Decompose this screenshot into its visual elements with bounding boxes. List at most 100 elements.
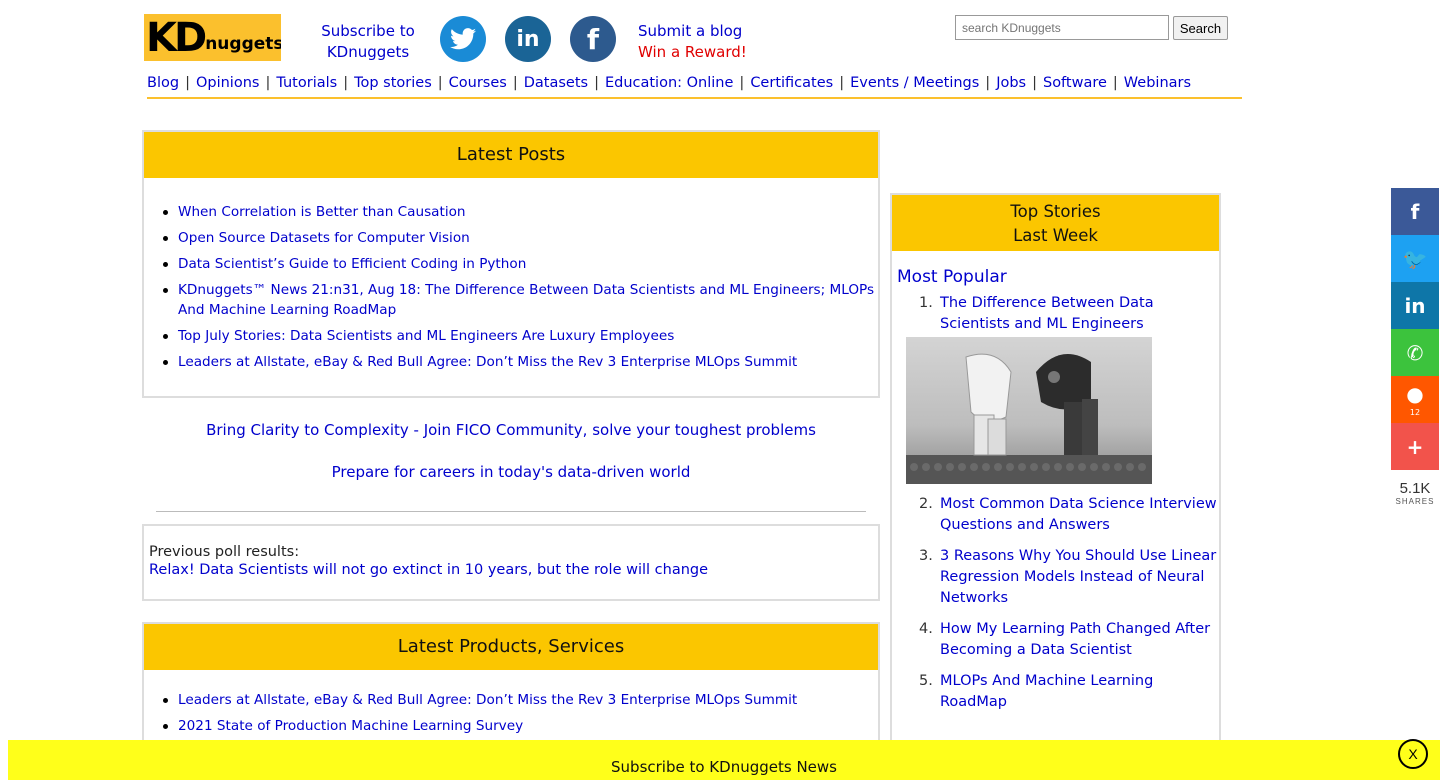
nav-item-courses[interactable]: Courses bbox=[449, 75, 507, 91]
nav-separator: | bbox=[185, 75, 190, 91]
top-story-number: 2. bbox=[919, 496, 933, 512]
top-story-number: 3. bbox=[919, 548, 933, 564]
main-nav: Blog | Opinions | Tutorials | Top stories | Cour… bbox=[147, 75, 1242, 99]
nav-item-top-stories[interactable]: Top stories bbox=[354, 75, 432, 91]
divider bbox=[156, 511, 866, 512]
nav-item-jobs[interactable]: Jobs bbox=[996, 75, 1026, 91]
nav-separator: | bbox=[265, 75, 271, 91]
nav-separator: | bbox=[739, 75, 745, 91]
list-item: Leaders at Allstate, eBay & Red Bull Agr… bbox=[162, 352, 878, 372]
product-link[interactable]: 2021 State of Production Machine Learnin… bbox=[178, 718, 523, 734]
win-reward-text[interactable]: Win a Reward! bbox=[638, 42, 747, 63]
nav-item-software[interactable]: Software bbox=[1043, 75, 1107, 91]
search-input[interactable] bbox=[955, 15, 1169, 40]
post-link[interactable]: When Correlation is Better than Causatio… bbox=[178, 204, 466, 220]
twitter-icon: 🐦 bbox=[1402, 246, 1428, 271]
poll-label: Previous poll results: bbox=[149, 544, 300, 560]
nav-separator: | bbox=[594, 75, 599, 91]
list-item: Open Source Datasets for Computer Vision bbox=[162, 228, 878, 248]
top-stories-list: 1. The Difference Between Data Scientists… bbox=[892, 293, 1219, 713]
list-item: Top July Stories: Data Scientists and ML… bbox=[162, 326, 878, 346]
twitter-icon[interactable] bbox=[440, 16, 486, 62]
post-link[interactable]: Top July Stories: Data Scientists and ML… bbox=[178, 328, 674, 344]
latest-products-title: Latest Products, Services bbox=[144, 624, 878, 670]
nav-separator: | bbox=[512, 75, 518, 91]
close-icon[interactable]: X bbox=[1398, 739, 1428, 769]
list-item: KDnuggets™ News 21:n31, Aug 18: The Diff… bbox=[162, 280, 878, 320]
top-story-link[interactable]: How My Learning Path Changed After Becom… bbox=[940, 621, 1210, 658]
nav-separator: | bbox=[1112, 75, 1118, 91]
nav-item-certificates[interactable]: Certificates bbox=[750, 75, 833, 91]
top-story-item: 5. MLOPs And Machine Learning RoadMap bbox=[892, 671, 1219, 713]
post-link[interactable]: KDnuggets™ News 21:n31, Aug 18: The Diff… bbox=[178, 282, 874, 318]
nav-item-webinars[interactable]: Webinars bbox=[1124, 75, 1191, 91]
top-story-number: 1. bbox=[919, 295, 933, 311]
share-facebook-icon[interactable]: f bbox=[1391, 188, 1439, 235]
subscribe-news-bar[interactable]: Subscribe to KDnuggets News bbox=[8, 740, 1440, 780]
reddit-icon: ● bbox=[1406, 382, 1424, 406]
poll-result-link[interactable]: Relax! Data Scientists will not go extin… bbox=[149, 562, 878, 578]
product-link[interactable]: Leaders at Allstate, eBay & Red Bull Agr… bbox=[178, 692, 797, 708]
list-item: When Correlation is Better than Causatio… bbox=[162, 202, 878, 222]
nav-item-tutorials[interactable]: Tutorials bbox=[276, 75, 337, 91]
post-link[interactable]: Open Source Datasets for Computer Vision bbox=[178, 230, 470, 246]
nav-separator: | bbox=[343, 75, 349, 91]
top-story-number: 5. bbox=[919, 673, 933, 689]
poll-panel: Previous poll results: Relax! Data Scien… bbox=[142, 524, 880, 601]
logo-nuggets: nuggets bbox=[205, 33, 281, 54]
careers-promo-link[interactable]: Prepare for careers in today's data-driv… bbox=[142, 463, 880, 481]
top-story-item: 1. The Difference Between Data Scientists… bbox=[892, 293, 1219, 484]
nav-separator: | bbox=[985, 75, 991, 91]
top-story-link[interactable]: MLOPs And Machine Learning RoadMap bbox=[940, 673, 1153, 710]
submit-blog-text[interactable]: Submit a blog bbox=[638, 22, 742, 40]
nav-item-datasets[interactable]: Datasets bbox=[524, 75, 588, 91]
plus-icon: + bbox=[1406, 434, 1424, 459]
logo-kd: KD bbox=[146, 14, 207, 61]
fico-promo-link[interactable]: Bring Clarity to Complexity - Join FICO … bbox=[142, 421, 880, 439]
linkedin-icon: in bbox=[1404, 293, 1426, 318]
nav-item-education-online[interactable]: Education: Online bbox=[605, 75, 733, 91]
top-story-link[interactable]: Most Common Data Science Interview Quest… bbox=[940, 496, 1217, 533]
whatsapp-icon: ✆ bbox=[1406, 340, 1424, 365]
facebook-icon[interactable]: f bbox=[570, 16, 616, 62]
share-twitter-icon[interactable]: 🐦 bbox=[1391, 235, 1439, 282]
share-count-number: 5.1K bbox=[1399, 480, 1431, 497]
linkedin-icon[interactable]: in bbox=[505, 16, 551, 62]
nav-item-events-meetings[interactable]: Events / Meetings bbox=[850, 75, 979, 91]
nav-item-blog[interactable]: Blog bbox=[147, 75, 179, 91]
submit-blog-link[interactable]: Submit a blog Win a Reward! bbox=[638, 21, 747, 63]
top-story-link[interactable]: 3 Reasons Why You Should Use Linear Regr… bbox=[940, 548, 1216, 606]
top-story-item: 4. How My Learning Path Changed After Bec… bbox=[892, 619, 1219, 661]
latest-posts-panel: Latest Posts When Correlation is Better … bbox=[142, 130, 880, 398]
list-item: 2021 State of Production Machine Learnin… bbox=[162, 716, 878, 736]
top-story-item: 3. 3 Reasons Why You Should Use Linear Re… bbox=[892, 546, 1219, 609]
share-reddit-icon[interactable]: ● 12 bbox=[1391, 376, 1439, 423]
share-linkedin-icon[interactable]: in bbox=[1391, 282, 1439, 329]
list-item: Leaders at Allstate, eBay & Red Bull Agr… bbox=[162, 690, 878, 710]
subscribe-link[interactable]: Subscribe to KDnuggets bbox=[318, 21, 418, 63]
top-stories-title: Top Stories Last Week bbox=[892, 195, 1219, 251]
top-story-link[interactable]: The Difference Between Data Scientists a… bbox=[940, 295, 1154, 332]
linkedin-glyph: in bbox=[516, 26, 540, 52]
post-link[interactable]: Data Scientist’s Guide to Efficient Codi… bbox=[178, 256, 526, 272]
top-story-item: 2. Most Common Data Science Interview Que… bbox=[892, 494, 1219, 536]
facebook-icon: f bbox=[1410, 199, 1420, 224]
share-count-label: SHARES bbox=[1395, 497, 1435, 506]
top-stories-title-line2: Last Week bbox=[1013, 226, 1098, 245]
list-item: Data Scientist’s Guide to Efficient Codi… bbox=[162, 254, 878, 274]
latest-products-list: Leaders at Allstate, eBay & Red Bull Agr… bbox=[144, 670, 878, 736]
kdnuggets-logo[interactable]: KD nuggets ™ bbox=[144, 14, 281, 61]
share-plus-icon[interactable]: + bbox=[1391, 423, 1439, 470]
share-sidebar: f 🐦 in ✆ ● 12 + bbox=[1391, 188, 1439, 470]
nav-item-opinions[interactable]: Opinions bbox=[196, 75, 259, 91]
facebook-glyph: f bbox=[586, 22, 600, 56]
share-whatsapp-icon[interactable]: ✆ bbox=[1391, 329, 1439, 376]
top-story-number: 4. bbox=[919, 621, 933, 637]
search-button[interactable]: Search bbox=[1173, 16, 1228, 40]
top-stories-panel: Top Stories Last Week Most Popular 1. The… bbox=[890, 193, 1221, 753]
robots-image[interactable] bbox=[906, 337, 1152, 484]
nav-separator: | bbox=[437, 75, 443, 91]
post-link[interactable]: Leaders at Allstate, eBay & Red Bull Agr… bbox=[178, 354, 797, 370]
top-stories-title-line1: Top Stories bbox=[1010, 202, 1101, 221]
subscribe-news-text[interactable]: Subscribe to KDnuggets News bbox=[611, 758, 837, 776]
